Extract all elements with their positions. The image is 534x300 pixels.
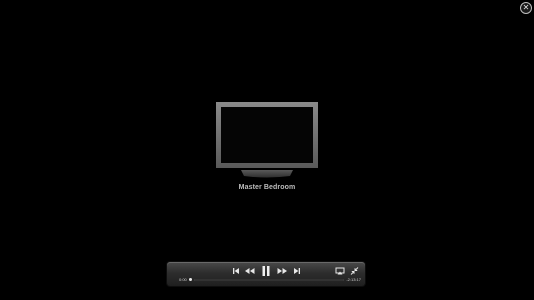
remaining-time: -2:13:17 [346,277,361,282]
exit-fullscreen-button[interactable] [350,266,359,276]
progress-track[interactable] [194,279,344,281]
rewind-icon [245,268,255,274]
close-icon: ✕ [522,3,530,12]
elapsed-time: 0:00 [179,277,187,282]
airplay-icon [335,267,345,275]
skip-back-icon [233,268,239,274]
tv-icon [216,102,318,178]
playhead-scrubber[interactable] [189,278,192,281]
pause-icon [262,266,270,276]
close-button[interactable]: ✕ [520,2,532,14]
pause-button[interactable] [261,265,271,277]
fast-forward-button[interactable] [277,266,288,276]
skip-forward-icon [294,268,300,274]
skip-forward-button[interactable] [293,266,301,276]
exit-fullscreen-icon [350,267,359,275]
skip-back-button[interactable] [232,266,240,276]
device-name: Master Bedroom [238,184,296,191]
rewind-button[interactable] [244,266,255,276]
fast-forward-icon [277,268,287,274]
playback-controller: 0:00 -2:13:17 [167,262,365,286]
airplay-button[interactable] [335,266,345,276]
video-player: ✕ Master Bedroom 0:00 -2:13:17 [0,0,534,300]
